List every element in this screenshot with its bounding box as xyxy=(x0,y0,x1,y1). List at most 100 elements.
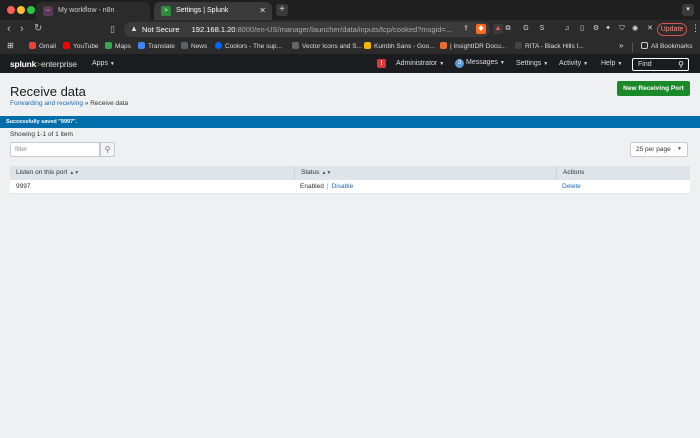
browser-tab-splunk[interactable]: > Settings | Splunk ✕ xyxy=(154,2,272,20)
caret-down-icon: ▼ xyxy=(499,60,505,66)
activity-menu[interactable]: Activity ▼ xyxy=(559,60,588,67)
breadcrumb-forwarding-link[interactable]: Forwarding and receiving xyxy=(10,100,83,107)
help-menu[interactable]: Help ▼ xyxy=(601,60,622,67)
bookmarks-bar: ⊞ Gmail YouTube Maps Translate News Cool… xyxy=(0,39,700,55)
translate-icon xyxy=(138,42,145,49)
new-tab-button[interactable]: + xyxy=(276,4,288,16)
back-arrow-icon[interactable]: ‹ xyxy=(7,23,11,35)
tab-search-icon[interactable]: ▾ xyxy=(682,4,694,16)
warning-triangle-icon: ▲ xyxy=(130,24,138,33)
bookmark-youtube[interactable]: YouTube xyxy=(63,42,99,50)
browser-tab-strip: ∞ My workflow - n8n > Settings | Splunk … xyxy=(0,0,700,20)
extension-icon[interactable]: S xyxy=(537,24,547,34)
caret-down-icon: ▼ xyxy=(617,61,623,67)
vector-icons-icon xyxy=(292,42,299,49)
close-tab-icon[interactable]: ✕ xyxy=(259,6,266,15)
gmail-icon xyxy=(29,42,36,49)
receiving-ports-table: Listen on this port ▲▼ Status ▲▼ Actions 9… xyxy=(10,166,690,194)
disable-link[interactable]: Disable xyxy=(332,183,354,190)
apps-menu[interactable]: Apps ▼ xyxy=(92,60,115,67)
bookmark-kumbh-sans[interactable]: Kumbh Sans - Goo... xyxy=(364,42,435,50)
youtube-icon xyxy=(63,42,70,49)
all-bookmarks[interactable]: All Bookmarks xyxy=(641,42,693,50)
brave-shield-icon[interactable]: ◆ xyxy=(476,24,486,34)
news-icon xyxy=(181,42,188,49)
search-icon[interactable]: ⚲ xyxy=(678,60,684,69)
breadcrumb-separator: » xyxy=(84,100,89,107)
reload-icon[interactable]: ↻ xyxy=(34,23,42,35)
divider: | xyxy=(326,183,329,190)
location-icon[interactable]: ◉ xyxy=(630,24,640,34)
sort-icon: ▲▼ xyxy=(69,170,80,176)
actions-cell: Delete xyxy=(556,180,690,194)
browser-toolbar: ‹ › ↻ ▯ ▲ Not Secure 192.168.1.20:8000/e… xyxy=(0,20,700,39)
share-icon[interactable]: ⇪ xyxy=(461,24,471,34)
bookmark-insightidr[interactable]: | InsightIDR Docu... xyxy=(440,42,506,50)
maps-icon xyxy=(105,42,112,49)
browser-tab-n8n[interactable]: ∞ My workflow - n8n xyxy=(36,2,150,20)
bookmark-coolors[interactable]: Coolors - The sup... xyxy=(215,42,282,50)
per-page-select[interactable]: 25 per page ▼ xyxy=(630,142,688,157)
success-message: Successfully saved "9997". xyxy=(0,116,700,128)
column-header-status[interactable]: Status ▲▼ xyxy=(294,166,556,180)
music-icon[interactable]: ♫ xyxy=(562,24,572,34)
caret-down-icon: ▼ xyxy=(439,61,445,67)
folder-icon xyxy=(641,42,648,49)
column-header-actions: Actions xyxy=(556,166,690,180)
search-icon[interactable]: ⚲ xyxy=(100,142,115,157)
bookmark-vector-icons[interactable]: Vector Icons and S... xyxy=(292,42,362,50)
minimize-window-button[interactable] xyxy=(17,6,25,14)
extension-icon[interactable]: G xyxy=(521,24,531,34)
settings-menu[interactable]: Settings ▼ xyxy=(516,60,548,67)
n8n-icon: ∞ xyxy=(43,6,53,16)
administrator-menu[interactable]: Administrator ▼ xyxy=(396,60,444,67)
port-cell: 9997 xyxy=(16,183,31,190)
address-bar[interactable]: ▲ Not Secure 192.168.1.20:8000/en-US/man… xyxy=(124,22,490,37)
settings-icon[interactable]: ⚙ xyxy=(591,24,601,34)
alert-badge[interactable]: ! xyxy=(377,59,386,68)
update-button[interactable]: Update xyxy=(657,23,687,36)
close-window-button[interactable] xyxy=(7,6,15,14)
breadcrumb: Forwarding and receiving » Receive data xyxy=(10,100,128,107)
status-text: Enabled xyxy=(300,183,324,190)
bookmark-maps[interactable]: Maps xyxy=(105,42,131,50)
bookmark-translate[interactable]: Translate xyxy=(138,42,175,50)
new-receiving-port-button[interactable]: New Receiving Port xyxy=(617,81,690,96)
coolors-icon xyxy=(215,42,222,49)
open-in-app-icon[interactable]: ⧉ xyxy=(503,24,513,34)
messages-count-badge: 3 xyxy=(455,59,464,68)
page-title: Receive data xyxy=(10,84,86,99)
column-header-port[interactable]: Listen on this port ▲▼ xyxy=(10,166,294,180)
caret-down-icon: ▼ xyxy=(109,61,115,67)
delete-link[interactable]: Delete xyxy=(562,183,581,190)
forward-arrow-icon[interactable]: › xyxy=(20,23,24,35)
tools-icon[interactable]: ✕ xyxy=(645,24,655,34)
extension-icon[interactable]: ✦ xyxy=(603,24,613,34)
url-host: 192.168.1.20 xyxy=(191,25,236,34)
more-menu-icon[interactable]: ⋮ xyxy=(691,23,700,34)
bookmark-icon[interactable]: ▯ xyxy=(577,24,587,34)
status-cell: Enabled | Disable xyxy=(294,180,556,194)
find-input[interactable]: Find ⚲ xyxy=(632,58,689,71)
bookmark-rita[interactable]: RITA - Black Hills I... xyxy=(515,42,584,50)
filter-input[interactable]: filter xyxy=(10,142,100,157)
more-bookmarks-icon[interactable]: » xyxy=(619,41,623,50)
table-row: 9997 Enabled | Disable Delete xyxy=(10,180,690,194)
bookmark-page-icon[interactable]: ▯ xyxy=(110,23,115,35)
caret-down-icon: ▼ xyxy=(677,146,682,152)
tab-title: Settings | Splunk xyxy=(176,7,229,14)
apps-grid-icon[interactable]: ⊞ xyxy=(7,41,14,50)
brave-rewards-icon[interactable]: ▲ xyxy=(493,24,503,34)
sort-icon: ▲▼ xyxy=(321,170,332,176)
splunk-logo[interactable]: splunk>enterprise xyxy=(10,59,77,69)
messages-menu[interactable]: 3 Messages ▼ xyxy=(455,59,505,68)
bookmark-news[interactable]: News xyxy=(181,42,207,50)
caret-down-icon: ▼ xyxy=(583,61,589,67)
bookmarks-divider xyxy=(632,42,633,52)
caret-down-icon: ▼ xyxy=(543,61,549,67)
results-count: Showing 1-1 of 1 item xyxy=(10,131,73,138)
table-header: Listen on this port ▲▼ Status ▲▼ Actions xyxy=(10,166,690,180)
shield-icon[interactable]: ⛉ xyxy=(617,24,627,34)
maximize-window-button[interactable] xyxy=(27,6,35,14)
bookmark-gmail[interactable]: Gmail xyxy=(29,42,56,50)
